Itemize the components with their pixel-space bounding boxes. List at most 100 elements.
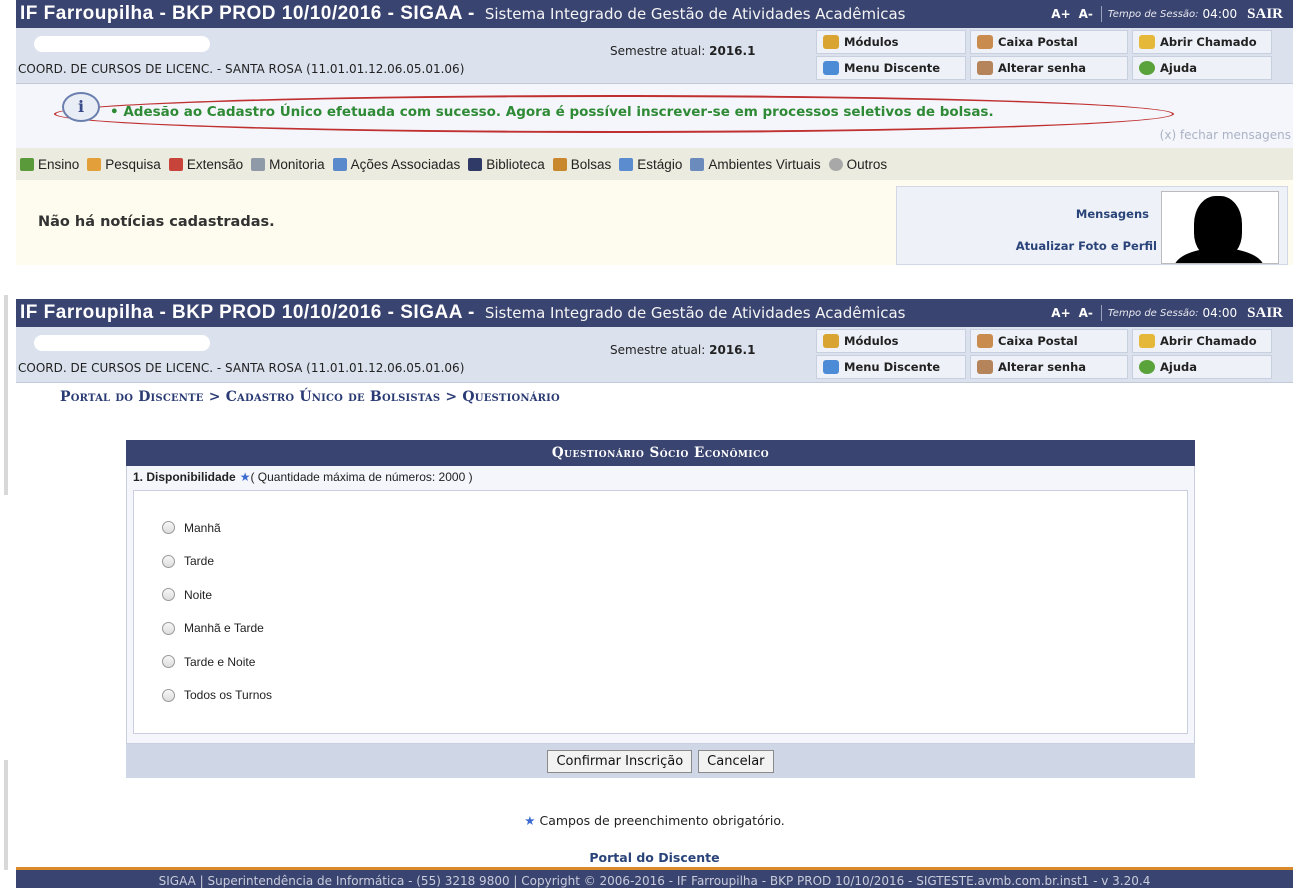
mailbox-icon [977, 334, 993, 348]
option-label: Tarde [184, 554, 215, 569]
system-subtitle: Sistema Integrado de Gestão de Atividade… [484, 304, 906, 322]
menu-acoes[interactable]: Ações Associadas [332, 156, 461, 172]
open-ticket-button[interactable]: Abrir Chamado [1132, 30, 1272, 54]
menu-acoes-label: Ações Associadas [350, 156, 461, 172]
menu-ambientes[interactable]: Ambientes Virtuais [690, 157, 821, 172]
module-shortcuts: Módulos Caixa Postal Abrir Chamado Menu … [816, 329, 1272, 379]
menu-estagio-label: Estágio [637, 156, 683, 172]
close-messages-link[interactable]: (x) fechar mensagens [1160, 128, 1291, 142]
required-star-icon: ★ [239, 470, 251, 484]
semester-label: Semestre atual: [610, 343, 706, 357]
menu-pesquisa-label: Pesquisa [105, 156, 161, 172]
logout-button[interactable]: SAIR [1247, 305, 1283, 322]
menu-outros[interactable]: Outros [828, 157, 887, 172]
user-key-icon [977, 360, 993, 374]
options-list: Manhã Tarde Noite Manhã e Tarde Tarde e … [133, 490, 1188, 734]
open-ticket-label: Abrir Chamado [1160, 35, 1257, 49]
menu-monitoria[interactable]: Monitoria [251, 157, 325, 172]
tree-icon [823, 61, 839, 75]
dots-icon [828, 157, 843, 171]
gears-icon [332, 157, 347, 171]
menu-biblioteca[interactable]: Biblioteca [468, 157, 545, 172]
open-ticket-button[interactable]: Abrir Chamado [1132, 329, 1272, 353]
radio-button[interactable] [162, 588, 175, 602]
person-icon [552, 157, 567, 171]
menu-biblioteca-label: Biblioteca [486, 156, 545, 172]
mailbox-button[interactable]: Caixa Postal [970, 329, 1128, 353]
megaphone-icon [1139, 334, 1155, 348]
question-label: 1. Disponibilidade [133, 470, 236, 484]
user-unit: COORD. DE CURSOS DE LICENC. - SANTA ROSA… [18, 361, 465, 375]
mailbox-label: Caixa Postal [998, 334, 1078, 348]
form-actions: Confirmar Inscrição Cancelar [126, 744, 1195, 778]
no-news-text: Não há notícias cadastradas. [38, 214, 275, 230]
radio-button[interactable] [162, 554, 175, 568]
modules-button[interactable]: Módulos [816, 329, 966, 353]
change-password-button[interactable]: Alterar senha [970, 56, 1128, 80]
student-menu-button[interactable]: Menu Discente [816, 56, 966, 80]
radio-button[interactable] [162, 621, 175, 635]
required-star-icon: ★ [524, 813, 536, 828]
questionnaire-form: Questionário Sócio Econômico 1. Disponib… [126, 440, 1195, 778]
help-icon [1139, 61, 1155, 75]
success-message: • Adesão ao Cadastro Único efetuada com … [110, 104, 994, 120]
help-button[interactable]: Ajuda [1132, 355, 1272, 379]
modules-label: Módulos [844, 334, 899, 348]
option-tarde[interactable]: Tarde [162, 545, 1187, 579]
menu-bolsas[interactable]: Bolsas [552, 157, 611, 172]
font-increase-button[interactable]: A+ [1051, 306, 1070, 320]
breadcrumb: Portal do Discente > Cadastro Único de B… [60, 389, 560, 405]
redacted-username [34, 36, 210, 52]
font-increase-button[interactable]: A+ [1051, 7, 1070, 21]
menu-ensino[interactable]: Ensino [20, 157, 79, 172]
option-label: Manhã e Tarde [184, 621, 264, 636]
header-bar: IF Farroupilha - BKP PROD 10/10/2016 - S… [16, 299, 1293, 327]
user-info-bar: COORD. DE CURSOS DE LICENC. - SANTA ROSA… [16, 327, 1293, 383]
font-decrease-button[interactable]: A- [1079, 306, 1093, 320]
font-decrease-button[interactable]: A- [1079, 7, 1093, 21]
scroll-track-upper [4, 295, 8, 495]
books-icon [20, 157, 34, 171]
help-label: Ajuda [1160, 61, 1198, 75]
help-label: Ajuda [1160, 360, 1198, 374]
cancel-button[interactable]: Cancelar [698, 749, 774, 773]
confirm-button[interactable]: Confirmar Inscrição [547, 749, 693, 773]
portal-link[interactable]: Portal do Discente [16, 850, 1293, 865]
help-button[interactable]: Ajuda [1132, 56, 1272, 80]
messages-link[interactable]: Mensagens [1076, 207, 1149, 221]
mailbox-icon [977, 35, 993, 49]
required-note: ★ Campos de preenchimento obrigatório. [16, 813, 1293, 828]
flask-icon [87, 157, 102, 171]
option-label: Tarde e Noite [184, 654, 256, 669]
radio-button[interactable] [162, 655, 175, 669]
radio-button[interactable] [162, 521, 175, 535]
logout-button[interactable]: SAIR [1247, 6, 1283, 23]
session-label: Tempo de Sessão: [1107, 8, 1199, 20]
option-todos[interactable]: Todos os Turnos [162, 679, 1187, 713]
option-label: Todos os Turnos [184, 688, 273, 703]
session-time: 04:00 [1202, 7, 1238, 21]
update-profile-link[interactable]: Atualizar Foto e Perfil [1016, 239, 1157, 253]
student-menu-button[interactable]: Menu Discente [816, 355, 966, 379]
menu-estagio[interactable]: Estágio [619, 157, 682, 172]
menu-pesquisa[interactable]: Pesquisa [87, 157, 161, 172]
option-tarde-noite[interactable]: Tarde e Noite [162, 645, 1187, 679]
option-noite[interactable]: Noite [162, 578, 1187, 612]
mailbox-button[interactable]: Caixa Postal [970, 30, 1128, 54]
network-icon [690, 157, 705, 171]
system-title: IF Farroupilha - BKP PROD 10/10/2016 - S… [20, 3, 475, 24]
option-manha-tarde[interactable]: Manhã e Tarde [162, 612, 1187, 646]
header-divider [1100, 305, 1102, 321]
user-key-icon [977, 61, 993, 75]
help-icon [1139, 360, 1155, 374]
menu-extensao[interactable]: Extensão [168, 157, 243, 172]
option-manha[interactable]: Manhã [162, 511, 1187, 545]
footer: SIGAA | Superintendência de Informática … [16, 867, 1293, 888]
modules-button[interactable]: Módulos [816, 30, 966, 54]
user-unit: COORD. DE CURSOS DE LICENC. - SANTA ROSA… [18, 62, 465, 76]
change-password-button[interactable]: Alterar senha [970, 355, 1128, 379]
change-password-label: Alterar senha [998, 360, 1087, 374]
radio-button[interactable] [162, 688, 175, 702]
open-ticket-label: Abrir Chamado [1160, 334, 1257, 348]
form-title: Questionário Sócio Econômico [126, 440, 1195, 466]
